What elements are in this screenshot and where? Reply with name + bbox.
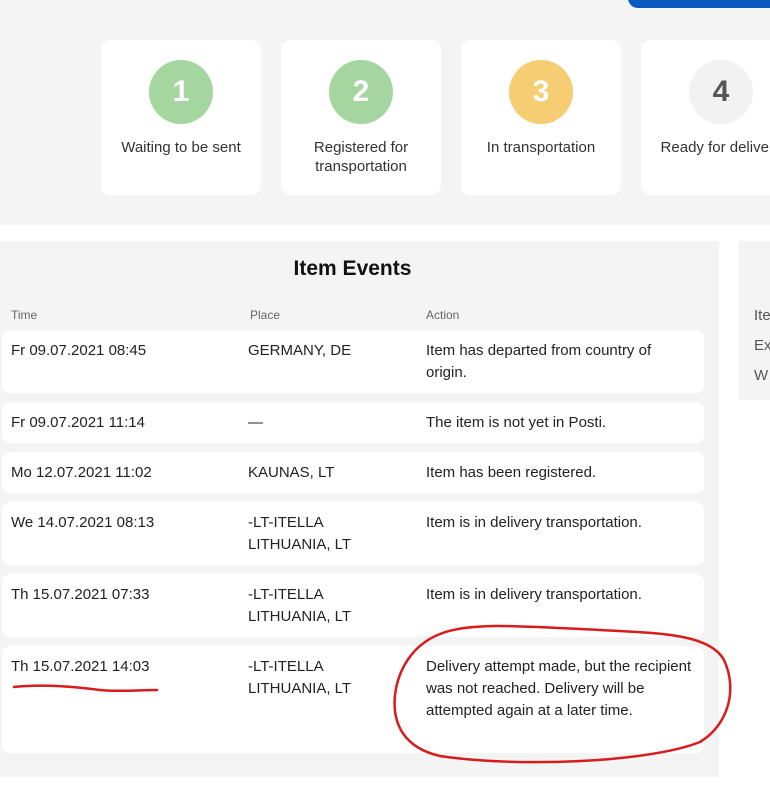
event-place: — xyxy=(248,414,263,431)
event-time: Mo 12.07.2021 11:02 xyxy=(11,464,152,481)
side-line-2: Ex xyxy=(754,337,770,354)
top-action-button[interactable] xyxy=(628,0,770,8)
step-card-2: 2 Registered for transportation xyxy=(281,40,441,195)
event-time: Th 15.07.2021 07:33 xyxy=(11,586,150,603)
event-place: GERMANY, DE xyxy=(248,342,352,359)
event-row-2: Fr 09.07.2021 11:14 — The item is not ye… xyxy=(2,402,704,443)
step-card-1: 1 Waiting to be sent xyxy=(101,40,261,195)
step-number-1: 1 xyxy=(149,60,213,124)
step-number-4: 4 xyxy=(689,60,753,124)
step-label-2: Registered for transportation xyxy=(313,139,409,175)
step-card-4: 4 Ready for delivery xyxy=(641,40,770,195)
event-action: Item has departed from country of origin… xyxy=(426,342,652,381)
event-place: -LT-ITELLA LITHUANIA, LT xyxy=(248,586,352,625)
event-action: Item has been registered. xyxy=(426,464,597,481)
side-info-panel: Ite Ex W xyxy=(739,241,770,400)
step-number-2: 2 xyxy=(329,60,393,124)
step-card-3: 3 In transportation xyxy=(461,40,621,195)
event-row-6: Th 15.07.2021 14:03 -LT-ITELLA LITHUANIA… xyxy=(2,646,704,753)
status-steps-band: 1 Waiting to be sent 2 Registered for tr… xyxy=(0,0,770,225)
column-header-place: Place xyxy=(250,308,281,322)
event-row-5: Th 15.07.2021 07:33 -LT-ITELLA LITHUANIA… xyxy=(2,574,704,637)
item-events-panel: Item Events Time Place Action Fr 09.07.2… xyxy=(0,241,719,777)
event-action: Item is in delivery transportation. xyxy=(426,514,642,531)
column-header-action: Action xyxy=(426,308,460,322)
events-title: Item Events xyxy=(293,257,412,280)
step-label-4: Ready for delivery xyxy=(660,139,770,156)
event-row-1: Fr 09.07.2021 08:45 GERMANY, DE Item has… xyxy=(2,330,704,393)
event-time: Fr 09.07.2021 11:14 xyxy=(11,414,145,431)
event-time: Fr 09.07.2021 08:45 xyxy=(11,342,147,359)
column-header-time: Time xyxy=(11,308,38,322)
step-number-3: 3 xyxy=(509,60,573,124)
event-action: Delivery attempt made, but the recipient… xyxy=(426,658,692,719)
step-label-3: In transportation xyxy=(486,139,596,156)
event-time: We 14.07.2021 08:13 xyxy=(11,514,155,531)
event-row-4: We 14.07.2021 08:13 -LT-ITELLA LITHUANIA… xyxy=(2,502,704,565)
event-row-3: Mo 12.07.2021 11:02 KAUNAS, LT Item has … xyxy=(2,452,704,493)
event-place: -LT-ITELLA LITHUANIA, LT xyxy=(248,514,352,553)
event-time: Th 15.07.2021 14:03 xyxy=(11,658,150,675)
step-label-1: Waiting to be sent xyxy=(121,139,241,156)
event-action: The item is not yet in Posti. xyxy=(426,414,607,431)
side-line-3: W xyxy=(754,367,769,384)
event-place: KAUNAS, LT xyxy=(248,464,335,481)
side-line-1: Ite xyxy=(754,307,770,324)
event-place: -LT-ITELLA LITHUANIA, LT xyxy=(248,658,352,697)
event-action: Item is in delivery transportation. xyxy=(426,586,642,603)
